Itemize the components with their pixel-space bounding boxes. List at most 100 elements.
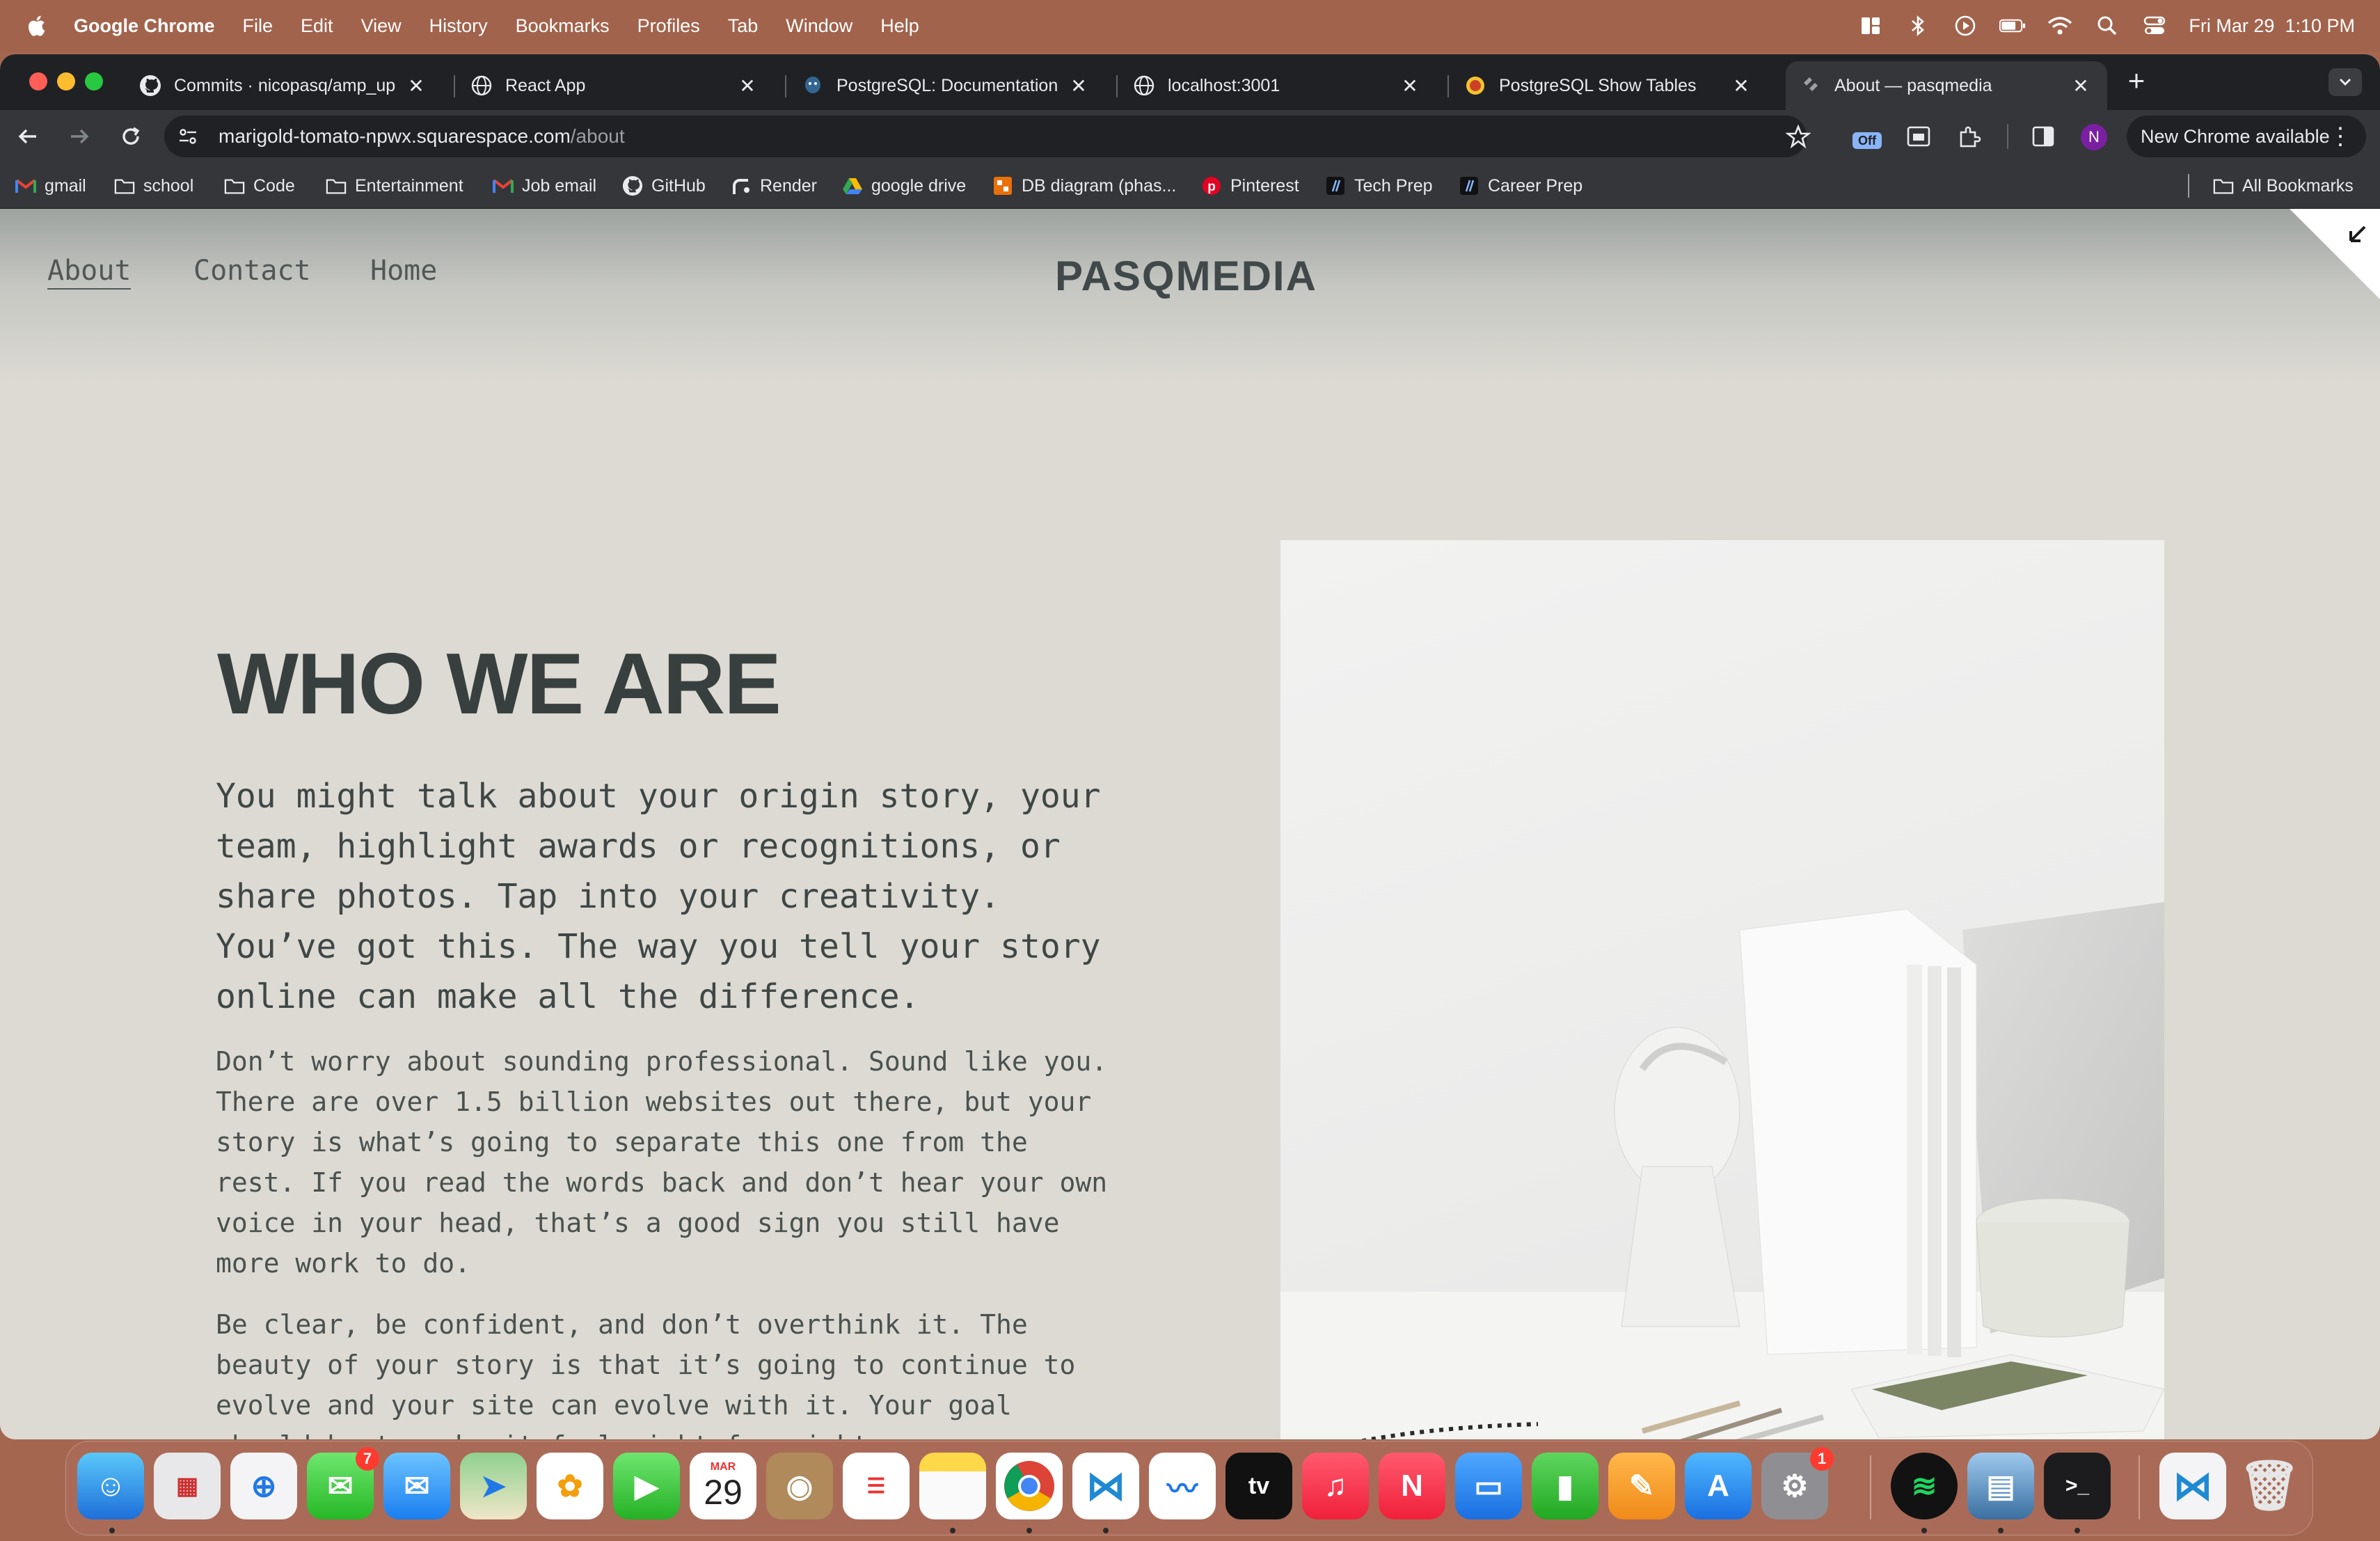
bookmark-career-prep[interactable]: Career Prep	[1459, 163, 1582, 209]
menu-history[interactable]: History	[429, 15, 488, 37]
bookmark-folder-entertainment[interactable]: Entertainment	[326, 163, 463, 209]
menu-file[interactable]: File	[243, 15, 273, 37]
vscode-icon[interactable]: ⋈	[1072, 1453, 1139, 1519]
tab-close-icon[interactable]: ✕	[1727, 74, 1755, 97]
github-icon	[140, 75, 161, 96]
menu-view[interactable]: View	[361, 15, 402, 37]
terminal-icon[interactable]: >_	[2044, 1453, 2111, 1519]
menu-tab[interactable]: Tab	[728, 15, 759, 37]
reminders-icon[interactable]: ☰	[843, 1453, 910, 1519]
numbers-icon[interactable]: ▮	[1532, 1453, 1598, 1519]
new-tab-button[interactable]: +	[2123, 66, 2150, 95]
tab-close-icon[interactable]: ✕	[2067, 74, 2095, 97]
spotlight-search-icon[interactable]	[2094, 13, 2120, 39]
facetime-icon[interactable]: ▶	[613, 1453, 680, 1519]
tab-postgres-docs[interactable]: PostgreSQL: Documentation ✕	[788, 61, 1105, 110]
extension-off-button[interactable]: Off	[1851, 120, 1883, 152]
nav-about-link[interactable]: About	[47, 255, 132, 290]
site-title[interactable]: PASQMEDIA	[1055, 252, 1317, 300]
side-panel-icon[interactable]	[2031, 124, 2056, 149]
menu-app-name[interactable]: Google Chrome	[74, 15, 215, 37]
trash-icon[interactable]: 🗑	[2236, 1453, 2303, 1519]
svg-text:p: p	[1207, 180, 1216, 194]
bookmark-github[interactable]: GitHub	[622, 163, 706, 209]
menu-window[interactable]: Window	[786, 15, 852, 37]
vscode-document-icon[interactable]: ⋈	[2159, 1453, 2226, 1519]
messages-icon[interactable]: ✉ 7	[307, 1447, 379, 1519]
url-text[interactable]: marigold-tomato-npwx.squarespace.com/abo…	[219, 116, 625, 157]
media-play-icon[interactable]	[1952, 13, 1978, 39]
tab-postgres-show-tables[interactable]: PostgreSQL Show Tables ✕	[1450, 61, 1768, 110]
mail-icon[interactable]: ✉	[383, 1453, 450, 1519]
bookmark-pinterest[interactable]: p Pinterest	[1201, 163, 1299, 209]
tab-close-icon[interactable]: ✕	[1396, 74, 1424, 97]
launchpad-icon[interactable]: ▦	[154, 1453, 221, 1519]
back-icon[interactable]	[15, 124, 40, 149]
bluetooth-icon[interactable]	[1905, 13, 1931, 39]
new-chrome-available-button[interactable]: New Chrome available ⋮	[2127, 116, 2366, 157]
nav-home-link[interactable]: Home	[370, 255, 437, 287]
tab-search-button[interactable]	[2329, 68, 2362, 96]
tab-about-pasqmedia[interactable]: About — pasqmedia ✕	[1786, 61, 2107, 110]
menu-bookmarks[interactable]: Bookmarks	[516, 15, 610, 37]
apple-icon[interactable]	[25, 13, 50, 38]
battery-icon[interactable]	[1999, 13, 2026, 39]
chrome-icon[interactable]	[996, 1453, 1063, 1519]
menu-edit[interactable]: Edit	[301, 15, 333, 37]
profile-avatar[interactable]: N	[2081, 124, 2107, 150]
system-settings-icon[interactable]: ⚙ 1	[1761, 1447, 1834, 1519]
nav-contact-link[interactable]: Contact	[193, 255, 311, 287]
extensions-puzzle-icon[interactable]	[1957, 124, 1982, 149]
folder-icon	[326, 175, 347, 196]
finder-icon[interactable]: ☺	[77, 1453, 144, 1519]
picture-in-picture-icon[interactable]	[1907, 125, 1930, 148]
forward-icon[interactable]	[67, 124, 92, 149]
bookmark-folder-code[interactable]: Code	[224, 163, 295, 209]
bookmark-render[interactable]: Render	[731, 163, 817, 209]
bookmark-star-icon[interactable]	[1786, 124, 1811, 149]
keynote-icon[interactable]: ▭	[1455, 1453, 1522, 1519]
maps-icon[interactable]: ➤	[460, 1453, 527, 1519]
tab-close-icon[interactable]: ✕	[733, 74, 761, 97]
news-icon[interactable]: N	[1379, 1453, 1445, 1519]
all-bookmarks-button[interactable]: All Bookmarks	[2213, 163, 2354, 209]
tab-commits[interactable]: Commits · nicopasq/amp_up ✕	[125, 61, 443, 110]
bookmarks-bar: gmail school Code Entertainment Job emai…	[0, 163, 2380, 209]
bookmark-db-diagram[interactable]: DB diagram (phas...	[992, 163, 1176, 209]
edit-mode-corner-toggle[interactable]	[2290, 209, 2380, 299]
kebab-menu-icon[interactable]: ⋮	[2329, 116, 2352, 157]
calendar-icon[interactable]: MAR 29	[690, 1453, 756, 1519]
control-center-icon[interactable]	[2141, 13, 2168, 39]
spotify-icon[interactable]: ≋	[1891, 1453, 1958, 1519]
wifi-icon[interactable]	[2047, 13, 2073, 39]
contacts-icon[interactable]: ◉	[766, 1453, 833, 1519]
tab-close-icon[interactable]: ✕	[402, 74, 430, 97]
photos-icon[interactable]: ✿	[537, 1453, 603, 1519]
music-icon[interactable]: ♫	[1302, 1453, 1369, 1519]
apple-tv-icon[interactable]: tv	[1225, 1453, 1292, 1519]
app-store-icon[interactable]: A	[1685, 1453, 1752, 1519]
window-tiling-icon[interactable]	[1857, 13, 1884, 39]
menubar-clock[interactable]: Fri Mar 29 1:10 PM	[2189, 15, 2355, 37]
close-window-button[interactable]	[29, 72, 47, 90]
preview-icon[interactable]: ▤	[1967, 1453, 2034, 1519]
site-settings-icon[interactable]	[177, 125, 199, 148]
bookmark-tech-prep[interactable]: Tech Prep	[1325, 163, 1433, 209]
bookmark-gmail[interactable]: gmail	[15, 163, 86, 209]
safari-icon[interactable]: ⊕	[230, 1453, 297, 1519]
tab-react-app[interactable]: React App ✕	[457, 61, 774, 110]
bookmark-job-email[interactable]: Job email	[493, 163, 596, 209]
intro-paragraph: You might talk about your origin story, …	[216, 777, 1101, 1016]
minimize-window-button[interactable]	[57, 72, 75, 90]
tab-close-icon[interactable]: ✕	[1065, 74, 1093, 97]
menu-profiles[interactable]: Profiles	[637, 15, 700, 37]
zoom-window-button[interactable]	[85, 72, 103, 90]
reload-icon[interactable]	[118, 124, 143, 149]
menu-help[interactable]: Help	[880, 15, 919, 37]
tab-localhost[interactable]: localhost:3001 ✕	[1119, 61, 1436, 110]
pages-icon[interactable]: ✎	[1608, 1453, 1675, 1519]
freeform-icon[interactable]: 〰	[1149, 1453, 1216, 1519]
bookmark-folder-school[interactable]: school	[114, 163, 193, 209]
notes-icon[interactable]	[919, 1453, 986, 1519]
bookmark-google-drive[interactable]: google drive	[842, 163, 966, 209]
